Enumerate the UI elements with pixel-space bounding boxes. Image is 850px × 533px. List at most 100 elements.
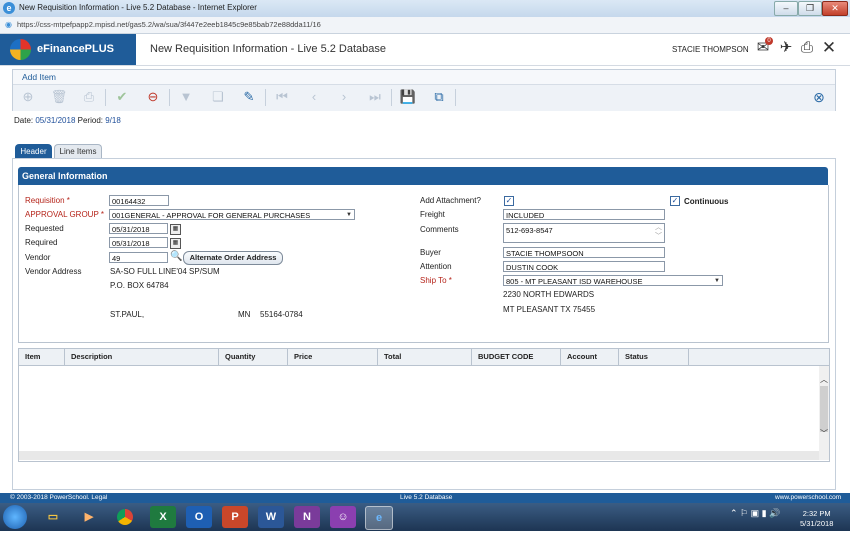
vendor-address-line: P.O. BOX 64784 — [110, 281, 169, 290]
toolbar-separator — [169, 89, 170, 106]
column-header-account[interactable]: Account — [561, 349, 619, 365]
ship-to-value: 805 - MT PLEASANT ISD WAREHOUSE — [506, 277, 643, 286]
vertical-scrollbar[interactable]: ︿ ﹀ — [819, 366, 829, 460]
freight-field[interactable]: INCLUDED — [503, 209, 665, 220]
scroll-thumb[interactable] — [820, 386, 828, 432]
line-items-grid: Item Description Quantity Price Total BU… — [18, 348, 830, 462]
internet-explorer-icon[interactable]: e — [365, 506, 393, 530]
column-header-status[interactable]: Status — [619, 349, 689, 365]
ship-address-line: 2230 NORTH EDWARDS — [503, 290, 595, 299]
alternate-order-address-button[interactable]: Alternate Order Address — [183, 251, 283, 265]
add-icon[interactable]: ⊕ — [19, 88, 37, 106]
scroll-down-icon[interactable]: ﹀ — [819, 428, 829, 439]
required-label: Required — [25, 238, 58, 247]
required-date-field[interactable]: 05/31/2018 — [109, 237, 168, 248]
powerpoint-icon[interactable]: P — [222, 506, 248, 528]
column-header-total[interactable]: Total — [378, 349, 472, 365]
requisition-field[interactable]: 00164432 — [109, 195, 169, 206]
chevron-down-icon: ▼ — [346, 212, 352, 218]
brand-name: eFinancePLUS — [37, 43, 115, 55]
page-icon: ◉ — [5, 20, 12, 29]
word-icon[interactable]: W — [258, 506, 284, 528]
url-text[interactable]: https://css-mtpefpapp2.mpisd.net/gas5.2/… — [17, 20, 321, 29]
attention-field[interactable]: DUSTIN COOK — [503, 261, 665, 272]
window-title-bar: e New Requisition Information - Live 5.2… — [0, 0, 850, 18]
launch-icon[interactable]: ✈ — [777, 39, 795, 57]
scroll-up-icon[interactable]: ︿ — [819, 374, 829, 385]
efinance-logo-icon — [10, 39, 31, 60]
database-name: Live 5.2 Database — [400, 494, 453, 501]
toolbar-separator — [265, 89, 266, 106]
approval-group-value: 001GENERAL - APPROVAL FOR GENERAL PURCHA… — [112, 211, 311, 220]
tab-header[interactable]: Header — [15, 144, 52, 159]
last-record-icon[interactable]: ⏭ — [366, 88, 384, 106]
save-icon[interactable]: 💾 — [399, 88, 417, 106]
chevron-down-icon: ▼ — [714, 278, 720, 284]
user-name[interactable]: STACIE THOMPSON — [672, 45, 749, 54]
continuous-checkbox[interactable]: ✓ — [670, 196, 680, 206]
section-title: General Information — [22, 171, 108, 181]
messenger-icon[interactable]: ☺ — [330, 506, 356, 528]
add-attachment-checkbox[interactable]: ✓ — [504, 196, 514, 206]
delete-icon[interactable]: 🗑 — [50, 88, 68, 106]
continuous-label: Continuous — [684, 197, 729, 206]
column-header-budget-code[interactable]: BUDGET CODE — [472, 349, 561, 365]
ship-to-select[interactable]: 805 - MT PLEASANT ISD WAREHOUSE ▼ — [503, 275, 723, 286]
tab-line-items[interactable]: Line Items — [54, 144, 102, 159]
horizontal-scrollbar[interactable] — [19, 451, 819, 460]
notes-icon[interactable]: ✎ — [240, 88, 258, 106]
requested-date-field[interactable]: 05/31/2018 — [109, 223, 168, 234]
column-header-description[interactable]: Description — [65, 349, 219, 365]
requisition-label: Requisition * — [25, 196, 70, 205]
app-header: eFinancePLUS New Requisition Information… — [0, 34, 850, 66]
print-icon[interactable]: ⎙ — [80, 88, 98, 106]
chrome-icon[interactable] — [112, 506, 138, 528]
onenote-icon[interactable]: N — [294, 506, 320, 528]
date-period-line: Date: 05/31/2018 Period: 9/18 — [14, 116, 121, 125]
close-window-button[interactable]: ✕ — [822, 1, 848, 16]
print-icon[interactable]: ⎙ — [798, 39, 816, 57]
column-header-price[interactable]: Price — [288, 349, 378, 365]
scroll-arrows-icon[interactable]: ︿ ﹀ — [655, 224, 662, 241]
vendor-field[interactable]: 49 — [109, 252, 168, 263]
notification-badge: 0 — [765, 37, 773, 45]
maximize-button[interactable]: ❐ — [798, 1, 822, 16]
file-explorer-icon[interactable]: ▭ — [40, 506, 66, 528]
window-title: New Requisition Information - Live 5.2 D… — [19, 3, 257, 12]
approve-icon[interactable]: ✔ — [113, 88, 131, 106]
calendar-icon[interactable]: ▦ — [170, 238, 181, 249]
column-header-item[interactable]: Item — [19, 349, 65, 365]
powerschool-link[interactable]: www.powerschool.com — [775, 494, 841, 501]
cancel-icon[interactable]: ⊖ — [144, 88, 162, 106]
add-item-menu[interactable]: Add Item — [22, 72, 56, 82]
ship-city-state-zip: MT PLEASANT TX 75455 — [503, 305, 596, 314]
save-as-icon[interactable]: ⧉ — [430, 88, 448, 106]
comments-textarea[interactable]: 512-693-8547 ︿ ﹀ — [503, 223, 665, 243]
copy-icon[interactable]: ❏ — [209, 88, 227, 106]
buyer-label: Buyer — [420, 248, 441, 257]
copyright-text[interactable]: © 2003-2018 PowerSchool. Legal — [10, 494, 107, 501]
next-record-icon[interactable]: › — [335, 88, 353, 106]
close-form-icon[interactable]: ⊗ — [810, 88, 828, 106]
prev-record-icon[interactable]: ‹ — [305, 88, 323, 106]
address-bar[interactable]: ◉ https://css-mtpefpapp2.mpisd.net/gas5.… — [0, 17, 850, 34]
vendor-address-label: Vendor Address — [25, 267, 82, 276]
calendar-icon[interactable]: ▦ — [170, 224, 181, 235]
buyer-field[interactable]: STACIE THOMPSOON — [503, 247, 665, 258]
attention-label: Attention — [420, 262, 452, 271]
column-header-quantity[interactable]: Quantity — [219, 349, 288, 365]
clock[interactable]: 2:32 PM 5/31/2018 — [800, 509, 833, 529]
approval-group-label: APPROVAL GROUP * — [25, 210, 104, 219]
start-button[interactable] — [3, 505, 27, 529]
outlook-icon[interactable]: O — [186, 506, 212, 528]
first-record-icon[interactable]: ⏮ — [273, 88, 291, 106]
excel-icon[interactable]: X — [150, 506, 176, 528]
search-icon[interactable]: 🔍 — [170, 251, 182, 262]
minimize-button[interactable]: – — [774, 1, 798, 16]
filter-icon[interactable]: ▼ — [177, 88, 195, 106]
tool-panel: Add Item ⊕ 🗑 ⎙ ✔ ⊖ ▼ ❏ ✎ ⏮ ‹ › ⏭ 💾 ⧉ ⊗ — [12, 69, 836, 111]
system-tray[interactable]: ⌃ ⚐ ▣ ▮ 🔊 — [730, 508, 780, 519]
approval-group-select[interactable]: 001GENERAL - APPROVAL FOR GENERAL PURCHA… — [109, 209, 355, 220]
close-icon[interactable]: ✕ — [820, 39, 838, 57]
media-player-icon[interactable]: ▶ — [76, 506, 102, 528]
